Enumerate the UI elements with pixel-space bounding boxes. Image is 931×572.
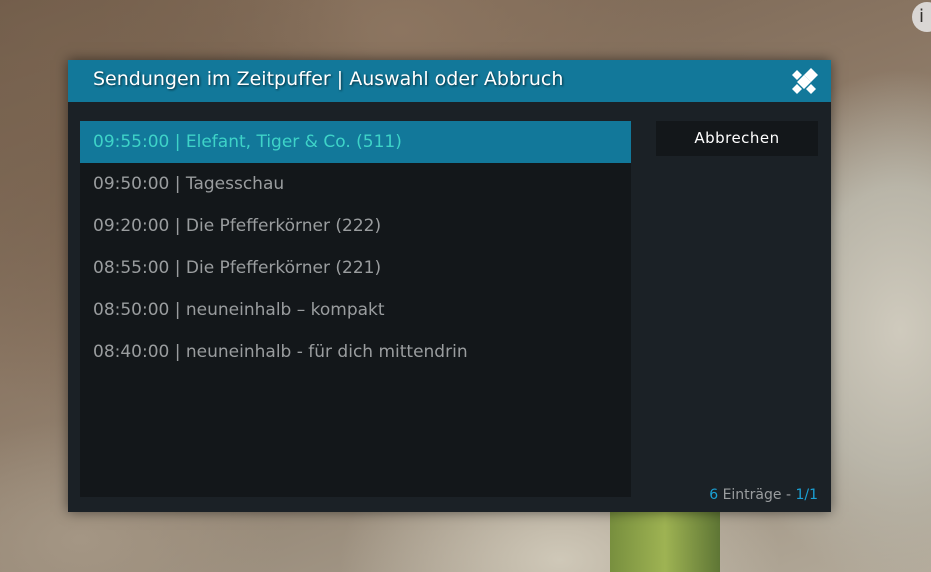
page-indicator: 1/1	[795, 487, 818, 503]
list-item[interactable]: 09:50:00 | Tagesschau	[80, 163, 631, 205]
kodi-logo-icon	[792, 68, 818, 94]
list-item[interactable]: 09:20:00 | Die Pfefferkörner (222)	[80, 205, 631, 247]
entries-label: Einträge -	[718, 487, 796, 503]
list-item[interactable]: 08:55:00 | Die Pfefferkörner (221)	[80, 247, 631, 289]
list-item[interactable]: 09:55:00 | Elefant, Tiger & Co. (511)	[80, 121, 631, 163]
dialog-title: Sendungen im Zeitpuffer | Auswahl oder A…	[93, 68, 564, 90]
background-detail	[610, 512, 720, 572]
item-count: 6	[709, 487, 719, 503]
list-item[interactable]: 08:50:00 | neuneinhalb – kompakt	[80, 289, 631, 331]
recording-list: 09:55:00 | Elefant, Tiger & Co. (511) 09…	[80, 121, 631, 497]
cancel-button[interactable]: Abbrechen	[656, 121, 818, 156]
item-count-footer: 6 Einträge - 1/1	[709, 487, 818, 503]
list-item[interactable]: 08:40:00 | neuneinhalb - für dich mitten…	[80, 331, 631, 373]
dialog-header: Sendungen im Zeitpuffer | Auswahl oder A…	[68, 60, 831, 102]
selection-dialog: Sendungen im Zeitpuffer | Auswahl oder A…	[68, 60, 831, 512]
